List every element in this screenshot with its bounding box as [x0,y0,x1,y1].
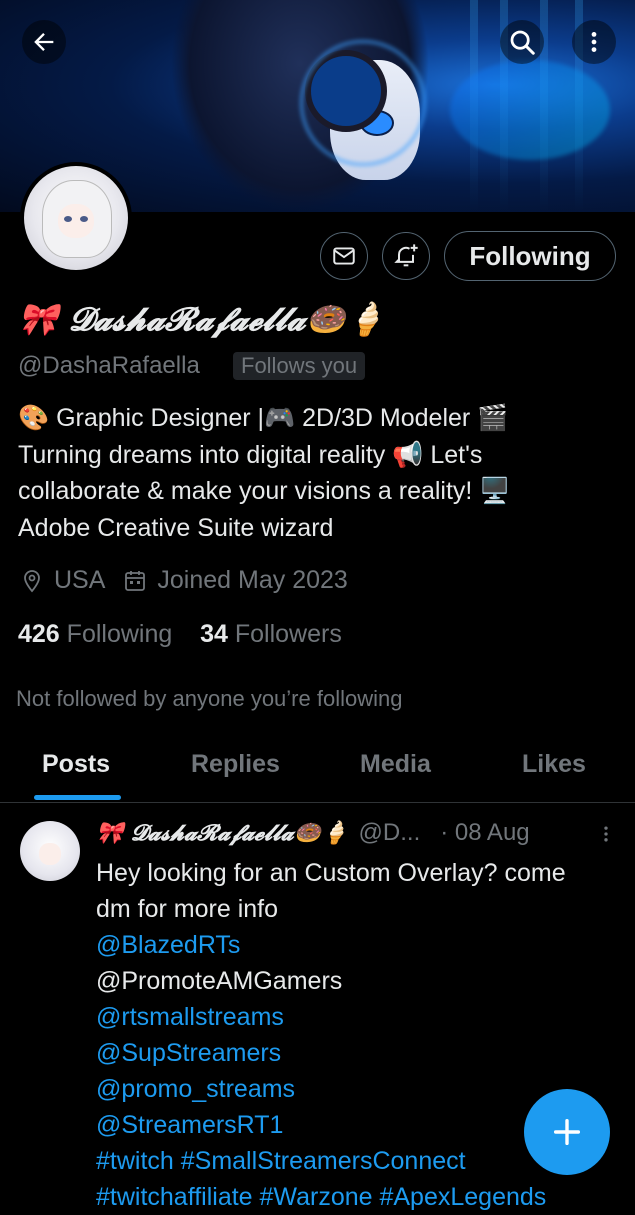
compose-button[interactable] [524,1089,610,1175]
location-pin-icon [24,569,40,592]
followers-link[interactable]: 34 Followers [200,620,342,648]
profile-meta: USA Joined May 2023 [20,566,366,595]
mail-icon [333,247,355,265]
search-icon [510,30,535,55]
message-button[interactable] [320,232,368,280]
more-vertical-icon [604,826,608,842]
not-followed-notice: Not followed by anyone you’re following [16,686,403,711]
post-avatar[interactable] [20,821,80,881]
tab-likes[interactable]: Likes [522,750,586,779]
search-button[interactable] [500,20,544,64]
active-tab-indicator [34,795,121,800]
post-header: 🎀 𝓓𝓪𝓼𝓱𝓪𝓡𝓪𝓯𝓪𝓮𝓵𝓵𝓪🍩🍦 @D... · 08 Aug [96,819,530,847]
tab-replies[interactable]: Replies [191,750,280,779]
profile-avatar[interactable] [20,162,132,274]
profile-bio: 🎨 Graphic Designer |🎮 2D/3D Modeler 🎬 Tu… [18,400,618,546]
arrow-left-icon [34,33,54,51]
post-more-button[interactable] [596,823,616,850]
post-author-handle[interactable]: @D... [359,819,421,847]
profile-handle: @DashaRafaella [18,352,200,379]
tab-posts[interactable]: Posts [42,750,110,779]
joined-date: Joined May 2023 [157,566,348,594]
bio-line: Turning dreams into digital reality 📢 Le… [18,440,483,469]
more-vertical-icon [591,32,597,52]
tab-media[interactable]: Media [360,750,431,779]
following-button[interactable]: Following [444,231,616,281]
mention-link[interactable]: @BlazedRTs [96,927,621,963]
notifications-button[interactable] [382,232,430,280]
follow-counts: 426 Following 34 Followers [18,620,342,649]
followers-count: 34 [200,620,228,648]
following-label: Following [66,620,173,648]
hashtag-link[interactable]: #twitchaffiliate #Warzone #ApexLegends [96,1179,621,1215]
profile-tabs: Posts Replies Media Likes [0,740,635,803]
more-options-button[interactable] [572,20,616,64]
post-line: Hey looking for an Custom Overlay? come [96,859,566,887]
mention-link[interactable]: @rtsmallstreams [96,999,621,1035]
back-button[interactable] [22,20,66,64]
bio-line: Adobe Creative Suite wizard [18,513,334,542]
bell-plus-icon [394,244,418,267]
follows-you-badge: Follows you [233,352,366,380]
bio-line: collaborate & make your visions a realit… [18,477,511,505]
post-author-name[interactable]: 🎀 𝓓𝓪𝓼𝓱𝓪𝓡𝓪𝓯𝓪𝓮𝓵𝓵𝓪🍩🍦 [96,820,349,846]
post-date[interactable]: · 08 Aug [440,819,529,847]
post-line: dm for more info [96,895,279,923]
location-text: USA [54,566,106,594]
display-name: 🎀 𝓓𝓪𝓼𝓱𝓪𝓡𝓪𝓯𝓪𝓮𝓵𝓵𝓪🍩🍦 [18,300,386,338]
following-link[interactable]: 426 Following [18,620,172,648]
followers-label: Followers [234,620,342,648]
mention-text: @PromoteAMGamers [96,967,343,995]
following-count: 426 [18,620,60,648]
calendar-icon [125,570,146,591]
plus-icon [553,1118,581,1146]
bio-line: 🎨 Graphic Designer |🎮 2D/3D Modeler 🎬 [18,404,509,432]
mention-link[interactable]: @SupStreamers [96,1035,621,1071]
